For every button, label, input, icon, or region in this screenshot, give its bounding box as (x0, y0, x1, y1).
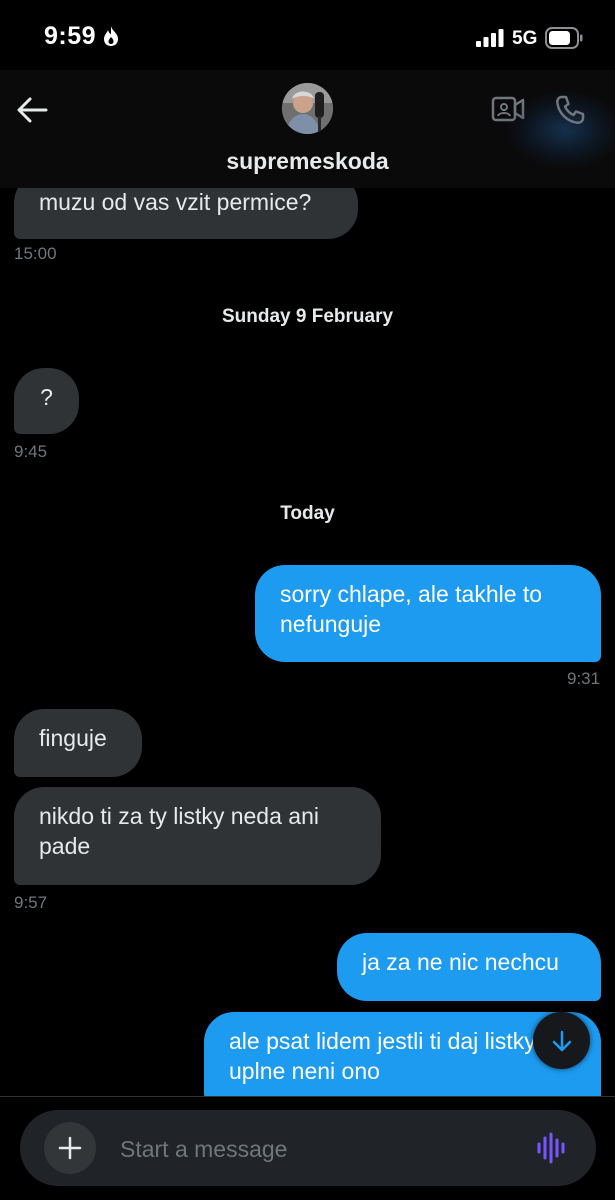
signal-icon (476, 29, 504, 52)
message-text: nikdo ti za ty listky neda ani pade (39, 803, 319, 859)
voice-message-button[interactable] (532, 1130, 572, 1166)
message-timestamp: 9:57 (14, 893, 48, 912)
message-incoming[interactable]: finguje (14, 709, 142, 777)
message-incoming[interactable]: muzu od vas vzit permice? (14, 188, 358, 239)
status-bar: 9:59 5G (0, 0, 615, 70)
message-incoming[interactable]: nikdo ti za ty listky neda ani pade (14, 787, 381, 885)
message-outgoing[interactable]: ja za ne nic nechcu (337, 933, 601, 1001)
avatar[interactable] (282, 83, 333, 134)
message-input[interactable] (120, 1132, 510, 1166)
message-outgoing[interactable]: sorry chlape, ale takhle to nefunguje (255, 565, 601, 662)
message-text: ja za ne nic nechcu (362, 949, 559, 975)
message-composer (20, 1110, 596, 1186)
message-timestamp: 9:45 (14, 442, 48, 461)
arrow-down-icon (552, 1030, 571, 1051)
flame-icon (102, 25, 120, 52)
date-separator: Sunday 9 February (221, 306, 394, 327)
composer-area (0, 1096, 615, 1200)
status-time: 9:59 (44, 22, 97, 50)
message-list[interactable]: muzu od vas vzit permice? 15:00 Sunday 9… (0, 188, 615, 1096)
plus-icon (58, 1136, 82, 1160)
voice-waveform-icon (537, 1132, 565, 1164)
message-timestamp: 15:00 (14, 244, 57, 263)
phone-icon (556, 95, 585, 124)
back-button[interactable] (12, 90, 52, 130)
message-text: sorry chlape, ale takhle to nefunguje (280, 581, 543, 637)
message-timestamp: 9:31 (567, 669, 601, 688)
back-arrow-icon (17, 97, 48, 123)
message-text: ? (40, 384, 53, 410)
add-media-button[interactable] (44, 1122, 96, 1174)
message-text: ale psat lidem jestli ti daj listky upln… (229, 1028, 536, 1084)
scroll-to-bottom-button[interactable] (533, 1012, 590, 1069)
message-incoming[interactable]: ? (14, 368, 79, 434)
date-separator: Today (280, 503, 335, 524)
network-type: 5G (512, 28, 538, 49)
call-button[interactable] (550, 90, 590, 130)
message-text: muzu od vas vzit permice? (39, 189, 312, 215)
message-text: finguje (39, 725, 107, 751)
conversation-header: supremeskoda (0, 70, 615, 188)
battery-icon (545, 27, 583, 54)
